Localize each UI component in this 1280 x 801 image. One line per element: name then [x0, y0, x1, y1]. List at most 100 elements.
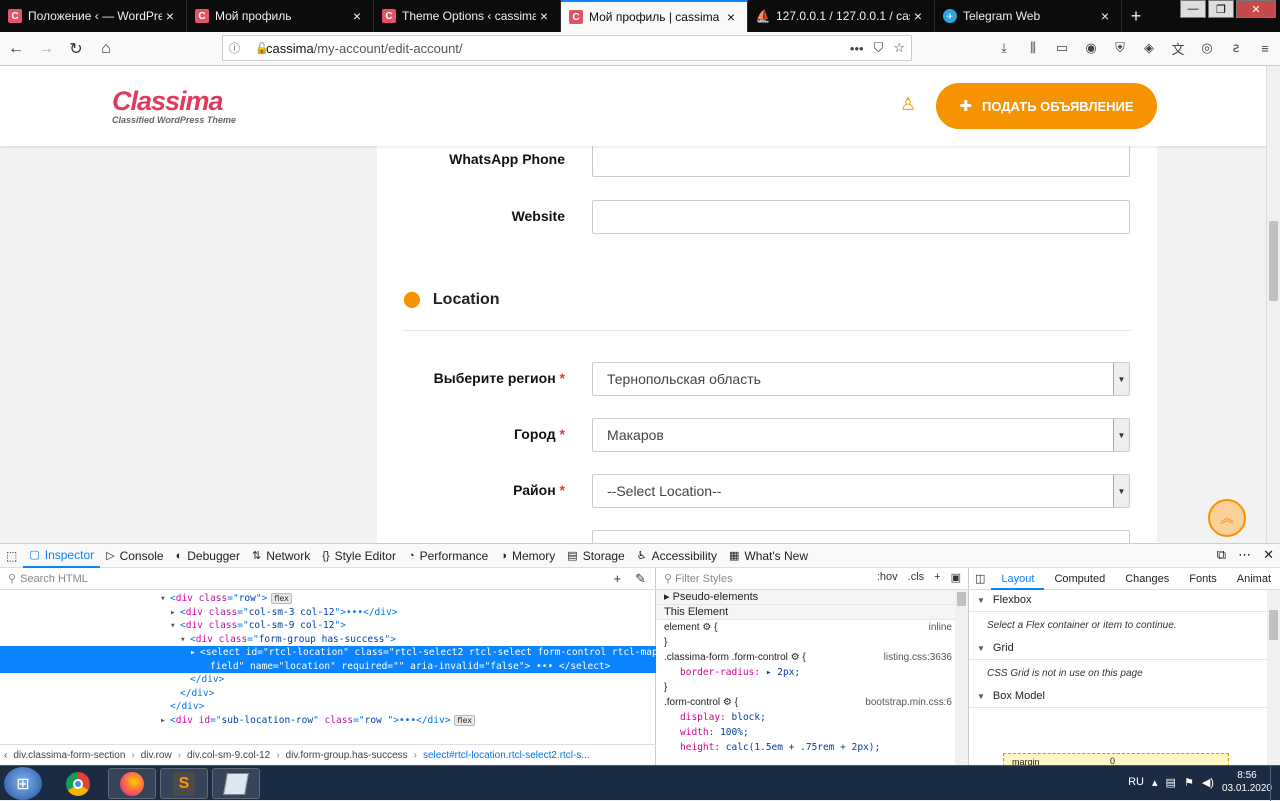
scrollbar-thumb[interactable] — [1269, 221, 1278, 301]
bookmark-star-icon[interactable]: ☆ — [893, 40, 905, 56]
browser-tab[interactable]: C Theme Options ‹ cassima —× — [374, 0, 561, 32]
home-button[interactable]: ⌂ — [92, 35, 120, 63]
devtools-tab[interactable]: ▢ Inspector — [23, 544, 101, 568]
start-button[interactable]: ⊞ — [4, 767, 42, 800]
markup-node[interactable]: </div> — [0, 687, 656, 701]
tab-close-icon[interactable]: × — [162, 8, 178, 24]
markup-node[interactable]: ▸ <div id="sub-location-row" class="row "… — [0, 714, 656, 728]
flag-icon[interactable]: ⚑ — [1184, 776, 1194, 789]
devtools-close-icon[interactable]: ✕ — [1263, 547, 1274, 563]
browser-tab[interactable]: C Мой профиль | cassima × — [561, 0, 748, 32]
tab-close-icon[interactable]: × — [910, 8, 926, 24]
devtools-tab[interactable]: ◐ Debugger — [170, 544, 246, 568]
rule-property[interactable]: height: calc(1.5em + .75rem + 2px); — [656, 740, 956, 755]
close-window-button[interactable]: ✕ — [1236, 0, 1276, 18]
region-select[interactable]: Тернопольская область ▼ — [592, 362, 1130, 396]
pocket-icon[interactable]: ⛉ — [874, 40, 884, 56]
tray-arrow-icon[interactable]: ▴ — [1152, 776, 1158, 789]
back-button[interactable]: ← — [2, 35, 30, 63]
devtools-menu-icon[interactable]: ⋯ — [1238, 547, 1251, 563]
rule-selector[interactable]: .classima-form .form-control ⚙ {listing.… — [656, 650, 956, 665]
rule-property[interactable]: border-radius: ▸ 2px; — [656, 665, 956, 680]
grid-section[interactable]: ▼ Grid — [969, 638, 1267, 660]
tab-close-icon[interactable]: × — [349, 8, 365, 24]
zip-field[interactable] — [592, 530, 1130, 543]
new-tab-button[interactable]: + — [1122, 0, 1150, 32]
add-node-icon[interactable]: + — [614, 571, 622, 587]
browser-tab[interactable]: ⛵ 127.0.0.1 / 127.0.0.1 / cassim× — [748, 0, 935, 32]
rule-source-link[interactable]: listing.css:3636 — [884, 650, 952, 665]
element-picker-icon[interactable]: ⬚ — [0, 544, 23, 568]
layout-tab[interactable]: Animat — [1227, 573, 1280, 585]
breadcrumb-item[interactable]: div.form-group.has-success — [286, 750, 408, 761]
layout-tab[interactable]: Changes — [1115, 573, 1179, 585]
layout-tab[interactable]: Computed — [1044, 573, 1115, 585]
rule-property[interactable]: display: block; — [656, 710, 956, 725]
devtools-tab[interactable]: ▷ Console — [100, 544, 170, 568]
layout-tab[interactable]: Fonts — [1179, 573, 1227, 585]
site-logo[interactable]: Classima Classified WordPress Theme — [112, 86, 236, 125]
markup-node[interactable]: </div> — [0, 700, 656, 714]
page-actions-icon[interactable]: ••• — [850, 41, 864, 56]
language-indicator[interactable]: RU — [1128, 776, 1144, 788]
dock-icon[interactable]: ⧉ — [1217, 547, 1226, 563]
breadcrumb-item[interactable]: div.col-sm-9.col-12 — [187, 750, 270, 761]
markup-node[interactable]: ▾ <div class="col-sm-9 col-12"> — [0, 619, 656, 633]
downloads-icon[interactable]: ⤓ — [993, 37, 1015, 59]
shield-extension-icon[interactable]: ⛨ — [1109, 37, 1131, 59]
flex-badge[interactable]: flex — [271, 593, 292, 604]
cls-toggle[interactable]: .cls — [908, 571, 925, 584]
devtools-tab[interactable]: {} Style Editor — [316, 544, 402, 568]
breadcrumb-item[interactable]: select#rtcl-location.rtcl-select2.rtcl-s… — [423, 750, 590, 761]
tab-close-icon[interactable]: × — [1097, 8, 1113, 24]
url-bar[interactable]: ⓘ 🔓 cassima/my-account/edit-account/ •••… — [222, 35, 912, 61]
minimize-button[interactable]: — — [1180, 0, 1206, 18]
maximize-button[interactable]: ❐ — [1208, 0, 1234, 18]
browser-tab[interactable]: C Положение ‹ — WordPress × — [0, 0, 187, 32]
flex-badge[interactable]: flex — [454, 714, 475, 726]
search-html-input[interactable]: ⚲ Search HTML + ✎ — [0, 568, 656, 590]
rules-scrollbar[interactable] — [955, 590, 968, 766]
markup-node[interactable]: </div> — [0, 673, 656, 687]
add-rule-icon[interactable]: + — [934, 571, 940, 584]
page-scrollbar[interactable] — [1266, 66, 1280, 543]
network-icon[interactable]: ▤ — [1166, 776, 1176, 789]
markup-node[interactable]: ▾ <div class="form-group has-success"> — [0, 633, 656, 647]
translate-extension-icon[interactable]: 文 — [1167, 37, 1189, 59]
devtools-tab[interactable]: ◔ Performance — [402, 544, 494, 568]
devtools-tab[interactable]: ♿ Accessibility — [631, 544, 723, 568]
rule-selector[interactable]: .form-control ⚙ {bootstrap.min.css:6 — [656, 695, 956, 710]
breadcrumb-back-icon[interactable]: ‹ — [4, 750, 7, 761]
sublime-taskbar-button[interactable]: S — [160, 768, 208, 799]
rule-source-link[interactable]: bootstrap.min.css:6 — [865, 695, 952, 710]
hov-toggle[interactable]: :hov — [877, 571, 898, 584]
url-text[interactable]: cassima/my-account/edit-account/ — [266, 41, 840, 56]
toggle-pane-icon[interactable]: ◫ — [969, 572, 991, 585]
print-icon[interactable]: ▣ — [951, 571, 961, 584]
markup-node[interactable]: ▸ <select id="rtcl-location" class="rtcl-… — [0, 646, 656, 660]
user-icon[interactable]: ♙ — [900, 94, 916, 115]
flexbox-section[interactable]: ▼ Flexbox — [969, 590, 1267, 612]
eyedropper-icon[interactable]: ✎ — [635, 571, 646, 587]
markup-node[interactable]: ▸ <div class="col-sm-3 col-12">•••</div> — [0, 606, 656, 620]
chrome-taskbar-button[interactable] — [54, 768, 102, 799]
browser-tab[interactable]: ✈ Telegram Web × — [935, 0, 1122, 32]
breadcrumb-item[interactable]: div.classima-form-section — [13, 750, 125, 761]
layout-tab[interactable]: Layout — [991, 568, 1045, 590]
website-field[interactable] — [592, 200, 1130, 234]
scroll-to-top-button[interactable]: ︽ — [1208, 499, 1246, 537]
scrollbar-thumb[interactable] — [1269, 610, 1278, 640]
show-desktop-button[interactable] — [1270, 766, 1280, 801]
browser-tab[interactable]: C Мой профиль × — [187, 0, 374, 32]
library-icon[interactable]: ⫼ — [1022, 37, 1044, 59]
extension-icon[interactable]: ꙅ — [1225, 37, 1247, 59]
city-select[interactable]: Макаров ▼ — [592, 418, 1130, 452]
tab-close-icon[interactable]: × — [536, 8, 552, 24]
volume-icon[interactable]: ◀) — [1202, 776, 1214, 789]
account-icon[interactable]: ◉ — [1080, 37, 1102, 59]
whatsapp-field[interactable] — [592, 143, 1130, 177]
devtools-tab[interactable]: ▦ What's New — [723, 544, 814, 568]
filter-styles-input[interactable]: ⚲ Filter Styles :hov .cls + ▣ — [656, 568, 969, 590]
menu-icon[interactable]: ≡ — [1254, 37, 1276, 59]
pseudo-elements-toggle[interactable]: ▸ Pseudo-elements — [656, 590, 956, 605]
